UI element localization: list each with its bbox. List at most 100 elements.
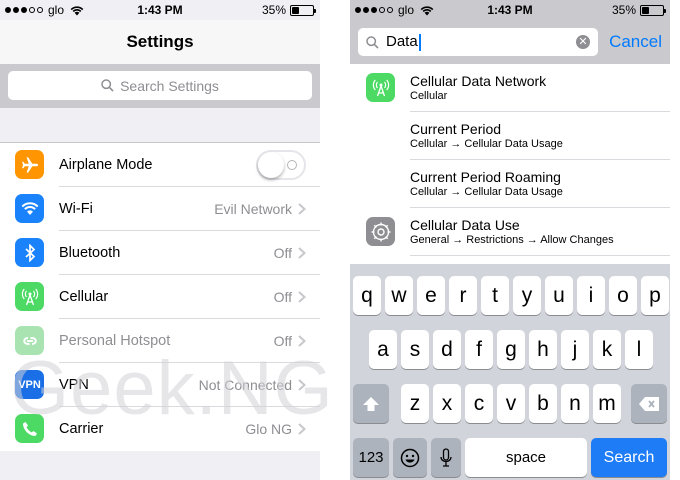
battery-icon (290, 4, 316, 16)
key-f[interactable]: f (465, 330, 493, 369)
key-o[interactable]: o (609, 276, 637, 315)
bluetooth-icon (15, 238, 44, 267)
key-m[interactable]: m (593, 384, 621, 423)
search-input[interactable]: Data ✕ (358, 28, 598, 56)
key-i[interactable]: i (577, 276, 605, 315)
result-title: Cellular Data Network (410, 73, 547, 89)
key-c[interactable]: c (465, 384, 493, 423)
settings-row-personal-hotspot[interactable]: Personal Hotspot Off (0, 319, 320, 363)
vpn-icon: VPN (15, 370, 44, 399)
search-bar: Search Settings (0, 64, 320, 108)
dictation-key[interactable] (431, 438, 461, 477)
emoji-key[interactable] (393, 438, 427, 477)
search-result[interactable]: Current Period Roaming Cellular → Cellul… (350, 160, 670, 208)
key-l[interactable]: l (625, 330, 653, 369)
cellular-antenna-icon (15, 282, 44, 311)
key-v[interactable]: v (497, 384, 525, 423)
search-key[interactable]: Search (591, 438, 667, 477)
search-placeholder: Search Settings (120, 77, 219, 94)
key-n[interactable]: n (561, 384, 589, 423)
search-icon (366, 35, 379, 49)
key-d[interactable]: d (433, 330, 461, 369)
result-subtitle: Cellular (410, 90, 448, 102)
result-subtitle: Cellular → Cellular Data Usage (410, 186, 563, 198)
settings-search-screen: Data ✕ Cancel glo 1:43 PM 35% Cellular D… (350, 0, 670, 480)
battery-percent: 35% (611, 3, 636, 17)
key-k[interactable]: k (593, 330, 621, 369)
settings-row-bluetooth[interactable]: Bluetooth Off (0, 231, 320, 275)
search-results: Cellular Data Network Cellular Current P… (350, 64, 670, 264)
chevron-right-icon (298, 203, 306, 215)
settings-row-value: Off (273, 333, 292, 349)
settings-screen: glo 1:43 PM 35% Settings Search Settings… (0, 0, 320, 480)
status-bar: glo 1:43 PM 35% (350, 0, 670, 20)
on-screen-keyboard: 123 space Search qwertyuiop asdfghjkl zxcv… (350, 264, 670, 480)
result-title: Current Period Roaming (410, 169, 561, 185)
key-z[interactable]: z (401, 384, 429, 423)
chevron-right-icon (298, 423, 306, 435)
numbers-key[interactable]: 123 (353, 438, 389, 477)
key-j[interactable]: j (561, 330, 589, 369)
shift-key[interactable] (353, 384, 389, 423)
space-key[interactable]: space (465, 438, 587, 477)
search-header: Data ✕ Cancel (350, 20, 670, 64)
result-title: Cellular Data Use (410, 217, 520, 233)
key-e[interactable]: e (417, 276, 445, 315)
key-s[interactable]: s (401, 330, 429, 369)
key-p[interactable]: p (641, 276, 669, 315)
key-y[interactable]: y (513, 276, 541, 315)
settings-row-airplane-mode[interactable]: Airplane Mode (0, 143, 320, 187)
page-title: Settings (126, 32, 194, 51)
key-w[interactable]: w (385, 276, 413, 315)
text-cursor (418, 33, 421, 51)
key-g[interactable]: g (497, 330, 525, 369)
settings-row-label: VPN (59, 377, 89, 393)
settings-row-label: Bluetooth (59, 245, 121, 261)
wifi-icon (15, 194, 44, 223)
chevron-right-icon (298, 379, 306, 391)
settings-row-value: Glo NG (245, 421, 292, 437)
key-h[interactable]: h (529, 330, 557, 369)
search-result[interactable]: Current Period Cellular → Cellular Data … (350, 112, 670, 160)
key-x[interactable]: x (433, 384, 461, 423)
settings-row-carrier[interactable]: Carrier Glo NG (0, 407, 320, 451)
settings-row-label: Wi-Fi (59, 201, 93, 217)
search-icon (101, 79, 114, 92)
airplane-mode-toggle[interactable] (256, 150, 306, 180)
clear-search-icon[interactable]: ✕ (576, 35, 590, 49)
key-b[interactable]: b (529, 384, 557, 423)
status-bar: glo 1:43 PM 35% (0, 0, 320, 20)
chevron-right-icon (298, 247, 306, 259)
search-result[interactable]: Cellular Data Use General → Restrictions… (350, 208, 670, 256)
phone-icon (15, 414, 44, 443)
key-a[interactable]: a (369, 330, 397, 369)
chevron-right-icon (298, 335, 306, 347)
battery-icon (640, 4, 666, 16)
settings-list: Airplane Mode Wi-Fi Evil Network Bluetoo… (0, 142, 320, 451)
result-title: Current Period (410, 121, 502, 137)
airplane-icon (15, 150, 44, 179)
settings-row-label: Airplane Mode (59, 157, 153, 173)
settings-row-label: Personal Hotspot (59, 333, 171, 349)
settings-row-label: Cellular (59, 289, 109, 305)
settings-row-wifi[interactable]: Wi-Fi Evil Network (0, 187, 320, 231)
settings-row-value: Off (273, 289, 292, 305)
key-q[interactable]: q (353, 276, 381, 315)
settings-row-vpn[interactable]: VPN VPN Not Connected (0, 363, 320, 407)
search-query: Data (386, 33, 421, 51)
search-input[interactable]: Search Settings (8, 71, 312, 100)
settings-row-value: Not Connected (198, 377, 292, 393)
result-subtitle: General → Restrictions → Allow Changes (410, 234, 614, 246)
backspace-key[interactable] (631, 384, 667, 423)
chevron-right-icon (298, 291, 306, 303)
settings-row-label: Carrier (59, 421, 104, 437)
settings-row-cellular[interactable]: Cellular Off (0, 275, 320, 319)
key-t[interactable]: t (481, 276, 509, 315)
result-subtitle: Cellular → Cellular Data Usage (410, 138, 563, 150)
cancel-button[interactable]: Cancel (609, 32, 662, 52)
navigation-bar: Settings (0, 20, 320, 64)
key-u[interactable]: u (545, 276, 573, 315)
settings-row-value: Off (273, 245, 292, 261)
key-r[interactable]: r (449, 276, 477, 315)
search-result[interactable]: Cellular Data Network Cellular (350, 64, 670, 112)
